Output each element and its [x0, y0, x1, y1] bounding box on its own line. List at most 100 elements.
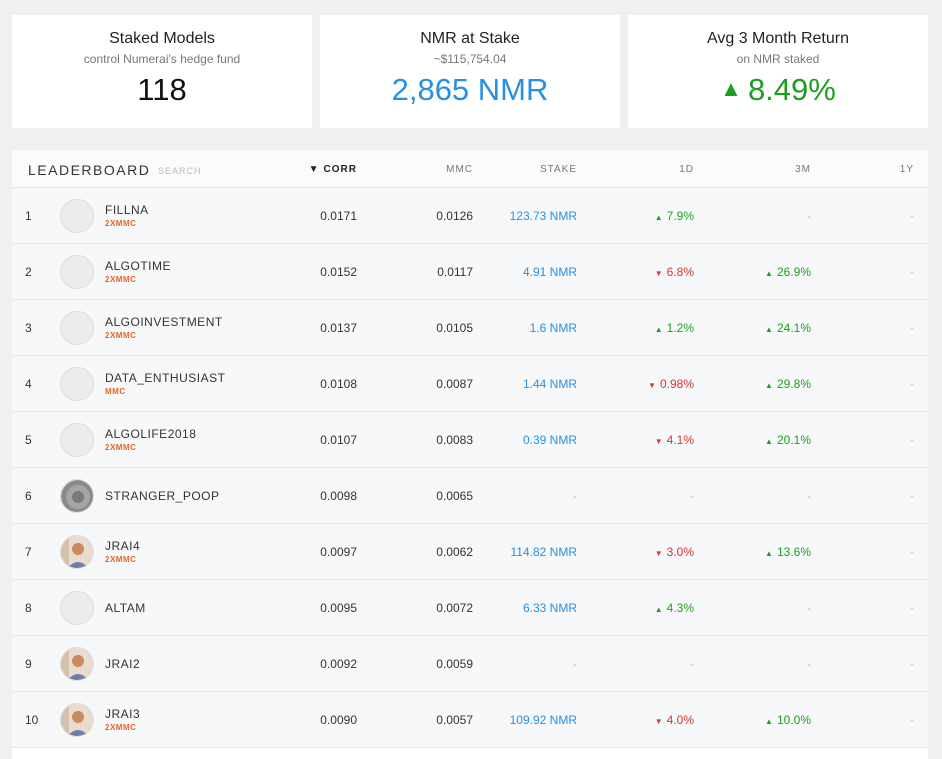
avatar[interactable] [60, 703, 94, 737]
column-header-corr[interactable]: ▼ CORR [309, 164, 357, 175]
avatar[interactable] [60, 199, 94, 233]
table-row[interactable]: 3 ALGOINVESTMENT 2XMMC 0.0137 0.0105 1.6 NMR ▲… [12, 300, 928, 356]
up-arrow-icon: ▲ [765, 717, 773, 726]
payout-tag: 2XMMC [105, 555, 137, 564]
avatar[interactable] [60, 591, 94, 625]
up-arrow-icon: ▲ [654, 325, 663, 334]
corr-value: 0.0090 [320, 713, 357, 727]
mmc-value: 0.0072 [436, 601, 473, 615]
return-3m: ▲ 20.1% [765, 433, 811, 447]
table-row[interactable]: 6 STRANGER_POOP 0.0098 0.0065 - - - - [12, 468, 928, 524]
return-1d: ▼ 3.0% [655, 545, 694, 559]
column-header-1d[interactable]: 1D [679, 164, 694, 175]
avatar[interactable] [60, 311, 94, 345]
up-arrow-icon: ▲ [654, 605, 663, 614]
return-1y: - [910, 209, 914, 223]
rank: 9 [25, 657, 32, 671]
down-arrow-icon: ▼ [648, 381, 656, 390]
card-subtitle: control Numerai's hedge fund [83, 52, 241, 66]
return-1d: ▼ 4.0% [655, 713, 694, 727]
card-value: 118 [137, 72, 187, 107]
return-3m-value: - [807, 489, 811, 503]
stake-value: 1.44 NMR [522, 377, 577, 391]
return-3m-value: 29.8% [776, 377, 811, 391]
leaderboard: LEADERBOARD SEARCH ▼ CORR MMC STAKE 1D 3M… [12, 150, 928, 759]
stake-value: 1.6 NMR [529, 321, 577, 335]
column-header-mmc[interactable]: MMC [446, 164, 473, 175]
table-row[interactable]: 1 FILLNA 2XMMC 0.0171 0.0126 123.73 NMR ▲ 7.9% -… [12, 188, 928, 244]
model-name-link[interactable]: JRAI4 [105, 539, 140, 553]
rank: 10 [25, 713, 39, 727]
avatar[interactable] [60, 647, 94, 681]
return-1d: ▼ 6.8% [655, 265, 694, 279]
rank: 1 [25, 209, 32, 223]
table-row[interactable]: 9 JRAI2 0.0092 0.0059 - - - - [12, 636, 928, 692]
model-name-link[interactable]: ALGOTIME [105, 259, 171, 273]
payout-tag: MMC [105, 387, 126, 396]
avatar[interactable] [60, 255, 94, 289]
mmc-value: 0.0057 [436, 713, 473, 727]
rank: 7 [25, 545, 32, 559]
corr-value: 0.0095 [320, 601, 357, 615]
model-name-link[interactable]: ALTAM [105, 601, 146, 615]
model-name-link[interactable]: JRAI2 [105, 657, 140, 671]
return-3m: - [807, 601, 811, 615]
mmc-value: 0.0117 [437, 265, 473, 279]
avatar[interactable] [60, 423, 94, 457]
search-input[interactable]: SEARCH [158, 166, 202, 176]
stake-value: 0.39 NMR [522, 433, 577, 447]
staked-models-card: Staked Models control Numerai's hedge fu… [12, 15, 312, 128]
return-1d-value: - [690, 657, 694, 671]
column-header-1y[interactable]: 1Y [900, 164, 914, 175]
rank: 3 [25, 321, 32, 335]
avatar[interactable] [60, 367, 94, 401]
card-value-text: 8.49% [747, 72, 836, 107]
return-1d-value: 4.0% [666, 713, 694, 727]
model-name-link[interactable]: FILLNA [105, 203, 149, 217]
return-3m: - [807, 657, 811, 671]
column-header-stake[interactable]: STAKE [540, 164, 577, 175]
return-1y: - [910, 433, 914, 447]
stake-value: 4.91 NMR [522, 265, 577, 279]
return-1d: ▼ 4.1% [655, 433, 694, 447]
avg-return-card: Avg 3 Month Return on NMR staked ▲ 8.49% [628, 15, 928, 128]
model-name-link[interactable]: ALGOLIFE2018 [105, 427, 196, 441]
table-row[interactable]: 4 DATA_ENTHUSIAST MMC 0.0108 0.0087 1.44 NMR ▼… [12, 356, 928, 412]
model-name-link[interactable]: ALGOINVESTMENT [105, 315, 223, 329]
return-3m: - [807, 209, 811, 223]
card-title: Staked Models [109, 30, 215, 47]
up-arrow-icon: ▲ [720, 76, 742, 101]
card-subtitle: ~$115,754.04 [433, 52, 507, 66]
return-3m-value: 13.6% [776, 545, 811, 559]
return-1d: ▲ 7.9% [655, 209, 694, 223]
leaderboard-title: LEADERBOARD [28, 162, 151, 178]
return-1d-value: 1.2% [666, 321, 694, 335]
return-3m-value: - [807, 209, 811, 223]
table-row[interactable]: 5 ALGOLIFE2018 2XMMC 0.0107 0.0083 0.39 NMR ▼ 4… [12, 412, 928, 468]
table-row[interactable]: 10 JRAI3 2XMMC 0.0090 0.0057 109.92 NMR ▼ 4.0% ▲… [12, 692, 928, 748]
return-3m-value: - [807, 601, 811, 615]
model-name-link[interactable]: JRAI3 [105, 707, 140, 721]
down-arrow-icon: ▼ [654, 717, 663, 726]
model-name-link[interactable]: STRANGER_POOP [105, 489, 220, 503]
return-1y: - [910, 265, 914, 279]
avatar[interactable] [60, 535, 94, 569]
return-3m-value: 26.9% [776, 265, 811, 279]
down-arrow-icon: ▼ [654, 549, 663, 558]
model-name-link[interactable]: DATA_ENTHUSIAST [105, 371, 225, 385]
return-1d: - [690, 657, 694, 671]
card-title: Avg 3 Month Return [706, 30, 849, 47]
table-row[interactable]: 8 ALTAM 0.0095 0.0072 6.33 NMR ▲ 4.3% - - [12, 580, 928, 636]
rank: 2 [25, 265, 32, 279]
table-row[interactable]: 7 JRAI4 2XMMC 0.0097 0.0062 114.82 NMR ▼ 3.0% ▲ 1… [12, 524, 928, 580]
stake-value: 109.92 NMR [509, 713, 577, 727]
table-row[interactable]: 2 ALGOTIME 2XMMC 0.0152 0.0117 4.91 NMR ▼ 6.8% ▲… [12, 244, 928, 300]
stake-value: 6.33 NMR [522, 601, 577, 615]
return-1y: - [910, 713, 914, 727]
avatar[interactable] [60, 479, 94, 513]
return-1d-value: 6.8% [666, 265, 694, 279]
return-3m-value: 10.0% [776, 713, 811, 727]
corr-value: 0.0137 [320, 321, 357, 335]
return-1d: ▲ 4.3% [655, 601, 694, 615]
column-header-3m[interactable]: 3M [795, 164, 811, 175]
